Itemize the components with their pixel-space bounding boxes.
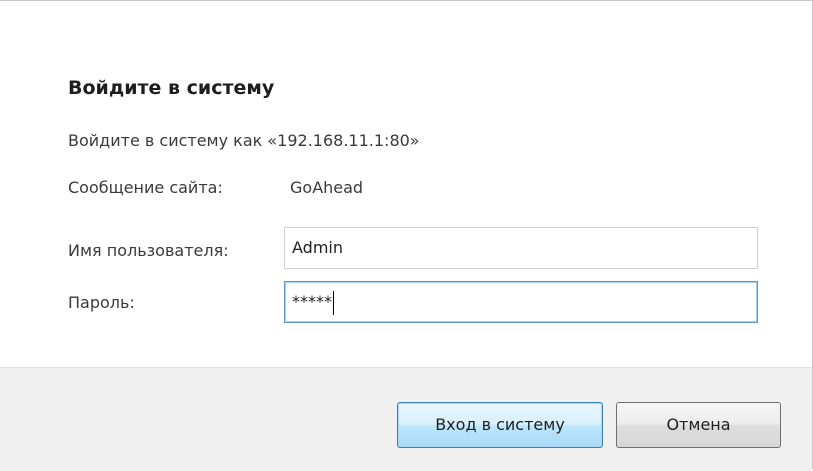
site-message-value: GoAhead: [290, 178, 364, 197]
password-input[interactable]: *****: [284, 281, 758, 323]
text-caret: [333, 290, 334, 315]
password-input-value: *****: [292, 292, 332, 311]
username-label: Имя пользователя:: [68, 241, 229, 260]
username-input-value: Admin: [292, 238, 343, 257]
cancel-button[interactable]: Отмена: [616, 402, 781, 448]
login-as-text: Войдите в систему как «192.168.11.1:80»: [68, 131, 420, 150]
site-message-label: Сообщение сайта:: [68, 178, 223, 197]
login-button[interactable]: Вход в систему: [397, 402, 603, 448]
username-input[interactable]: Admin: [284, 227, 758, 269]
login-dialog: Войдите в систему Войдите в систему как …: [0, 0, 813, 471]
password-label: Пароль:: [68, 293, 135, 312]
dialog-title: Войдите в систему: [68, 77, 275, 99]
